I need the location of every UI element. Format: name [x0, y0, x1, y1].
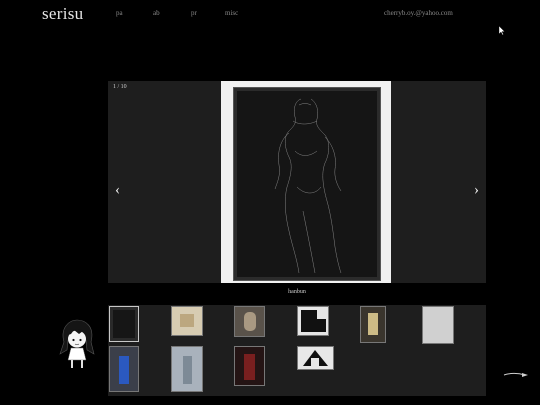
thumbnail-7[interactable] — [109, 346, 139, 392]
artwork-canvas — [237, 91, 377, 277]
nav-item-pr[interactable]: pr — [191, 9, 197, 17]
thumbnail-6[interactable] — [422, 306, 454, 344]
thumbnail-4[interactable] — [297, 306, 329, 336]
contact-email-link[interactable]: cherryb.oy.@yahoo.com — [384, 9, 453, 17]
next-arrow-button[interactable]: › — [474, 183, 479, 198]
thumbnail-2[interactable] — [171, 306, 203, 336]
nav-item-pa[interactable]: pa — [116, 9, 123, 17]
scroll-arrow-icon[interactable] — [503, 372, 529, 378]
thumbnail-strip — [108, 305, 486, 396]
thumbnail-3[interactable] — [234, 306, 265, 337]
figure-drawing — [274, 98, 342, 274]
image-viewer: 1 / 10 ‹ › — [108, 81, 486, 283]
nav-item-misc[interactable]: misc — [225, 9, 238, 17]
thumbnail-10[interactable] — [297, 346, 334, 370]
site-logo[interactable]: serisu — [42, 4, 83, 24]
thumbnail-5[interactable] — [360, 306, 386, 343]
slide-counter: 1 / 10 — [113, 84, 127, 90]
girl-mascot-icon — [59, 319, 95, 368]
prev-arrow-button[interactable]: ‹ — [115, 183, 120, 198]
thumbnail-8[interactable] — [171, 346, 203, 392]
thumbnail-1[interactable] — [109, 306, 139, 342]
mouse-cursor-icon — [499, 26, 505, 35]
thumbnail-9[interactable] — [234, 346, 265, 386]
artwork-caption: hanbun — [288, 289, 306, 295]
main-artwork-image[interactable] — [221, 81, 391, 283]
artwork-frame — [233, 87, 381, 281]
nav-item-ab[interactable]: ab — [153, 9, 160, 17]
